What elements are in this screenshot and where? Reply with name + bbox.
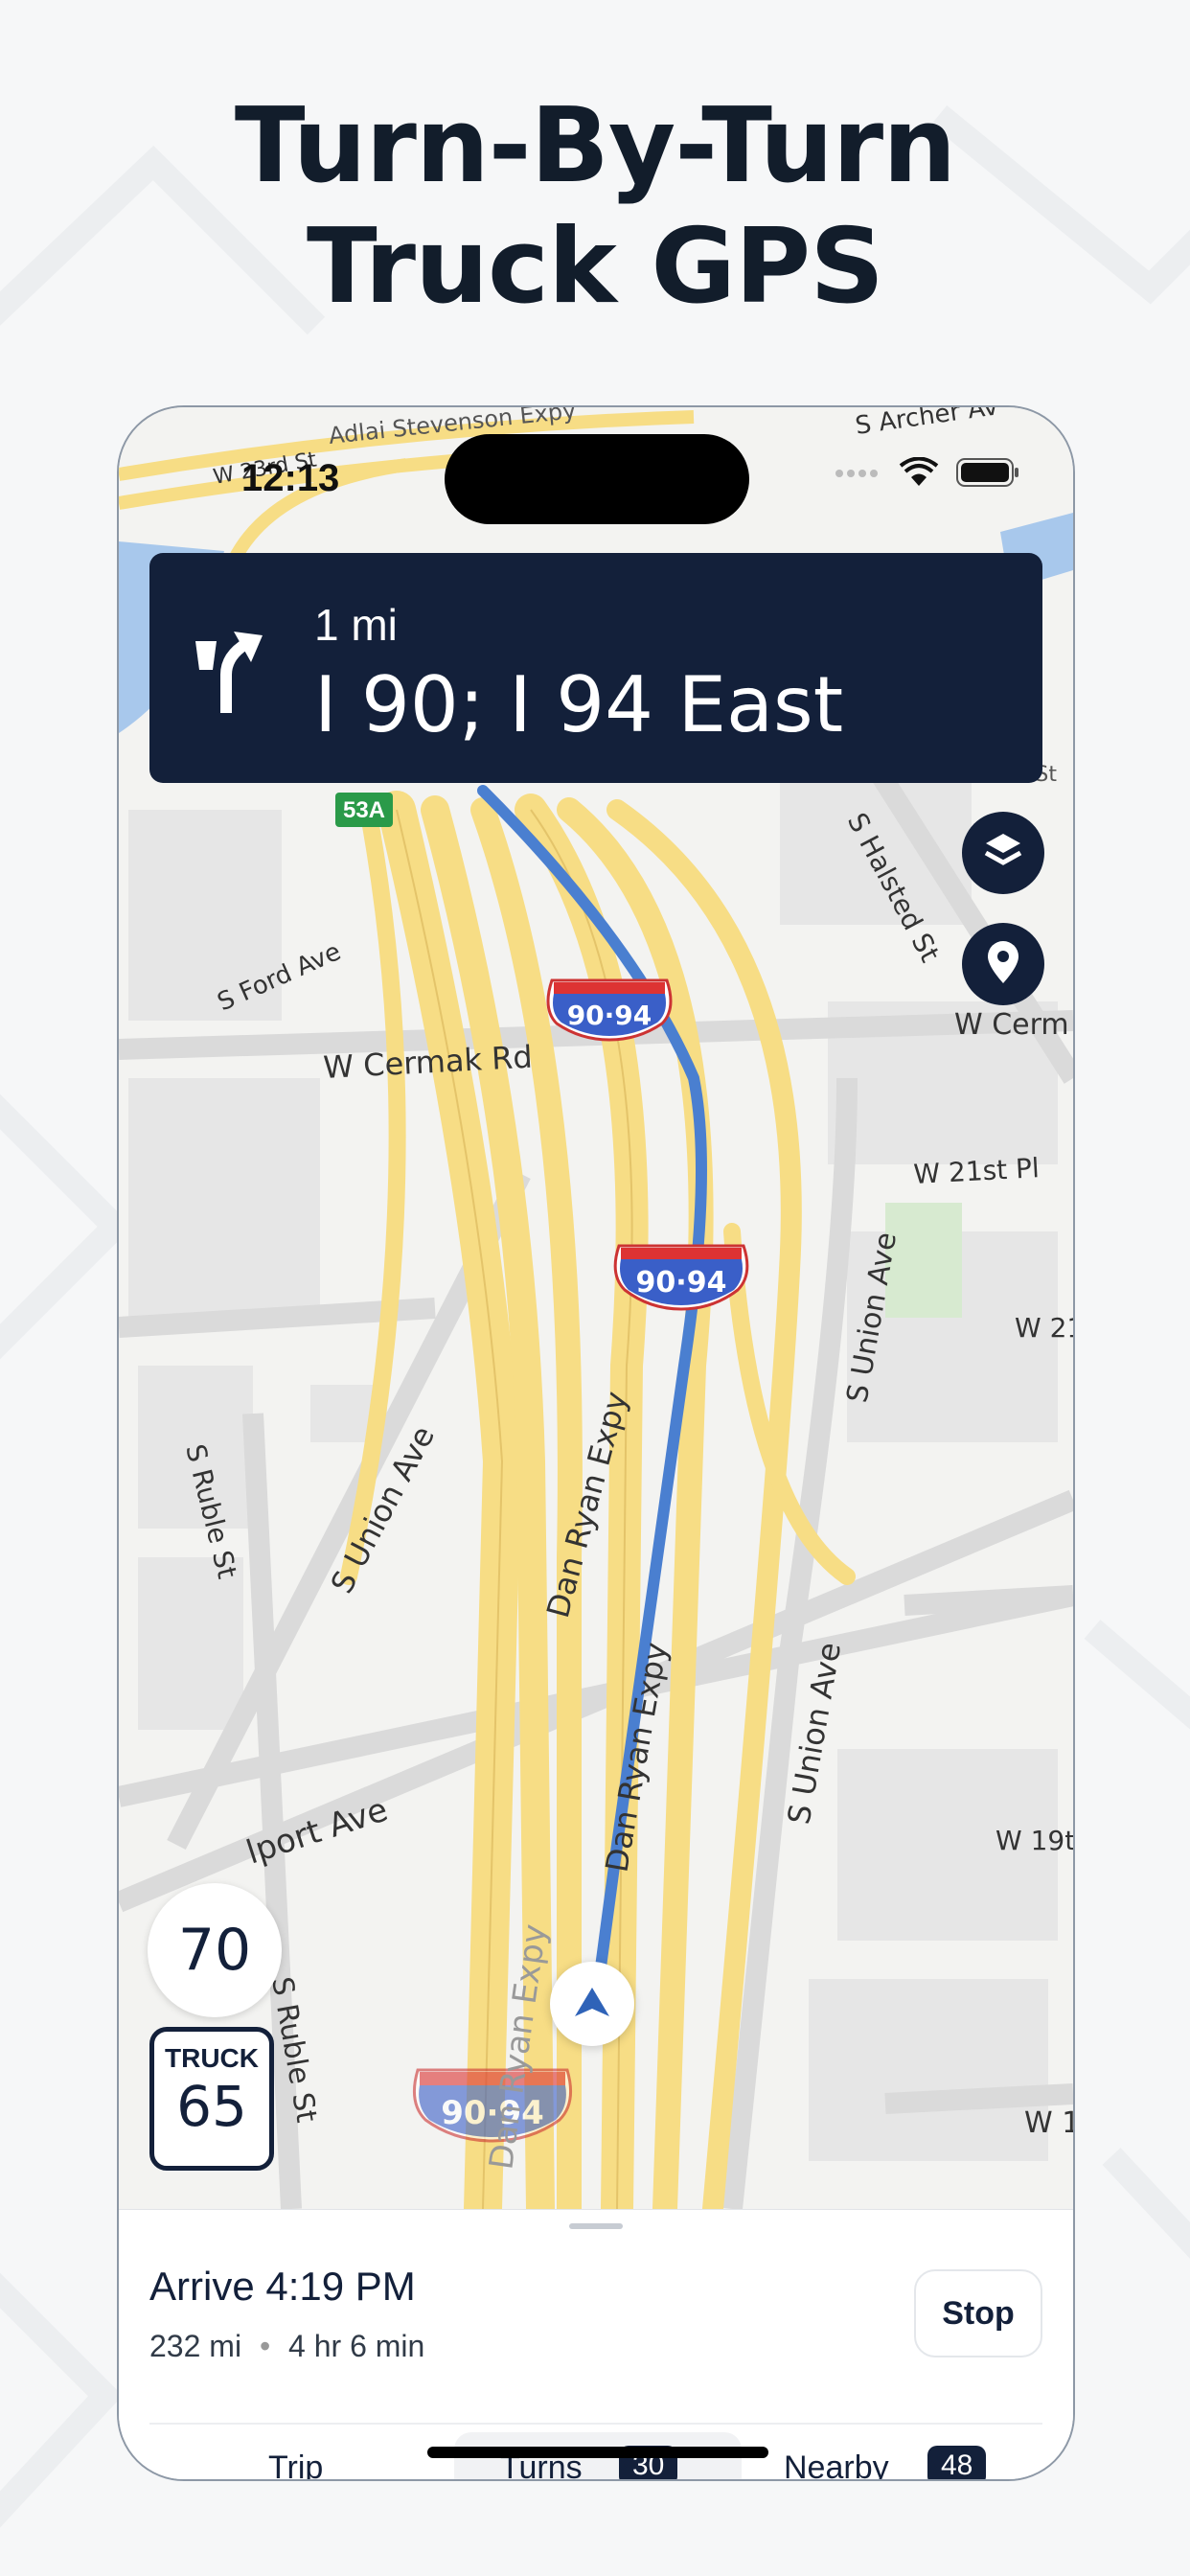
arrival-time: Arrive 4:19 PM: [149, 2264, 416, 2309]
layers-button[interactable]: [962, 812, 1044, 894]
navigation-arrow-icon: [573, 1986, 611, 2023]
keep-right-arrow-icon: [188, 622, 268, 723]
hero-title-line-1: Turn-By-Turn: [234, 86, 956, 206]
signal-dots-icon: [834, 467, 881, 484]
hero-title: Turn-By-Turn Truck GPS: [0, 86, 1190, 328]
battery-icon: [956, 457, 1019, 493]
tab-trip[interactable]: Trip: [268, 2450, 323, 2479]
truck-speed-value: 65: [176, 2074, 247, 2139]
location-pin-icon: [984, 939, 1022, 990]
stop-button[interactable]: Stop: [914, 2269, 1042, 2358]
svg-text:W 21: W 21: [1015, 1312, 1073, 1344]
status-icons: [834, 456, 1019, 493]
status-time: 12:13: [241, 457, 340, 499]
dynamic-island: [445, 434, 749, 524]
layers-icon: [982, 830, 1024, 877]
trip-sheet[interactable]: Arrive 4:19 PM 232 mi • 4 hr 6 min Stop …: [119, 2209, 1073, 2479]
maneuver-distance: 1 mi: [314, 600, 398, 650]
home-indicator[interactable]: [427, 2447, 768, 2458]
truck-speed-label: TRUCK: [165, 2043, 259, 2073]
phone-screen: 90·94 90·94 90·94 53A Adlai Stevenson Ex…: [117, 405, 1075, 2481]
svg-text:90·94: 90·94: [636, 1266, 727, 1300]
trip-duration: 4 hr 6 min: [288, 2329, 425, 2363]
nearby-count-badge: 48: [927, 2446, 987, 2479]
trip-summary: 232 mi • 4 hr 6 min: [149, 2329, 424, 2364]
maneuver-street: I 90; I 94 East: [314, 660, 844, 749]
sheet-grabber[interactable]: [569, 2223, 623, 2229]
interstate-shield: 90·94: [546, 978, 673, 1042]
svg-text:90·94: 90·94: [567, 1000, 652, 1031]
vehicle-position-marker: [550, 1962, 634, 2046]
current-speed-limit: 70: [148, 1883, 282, 2017]
sheet-divider: [149, 2423, 1042, 2425]
svg-text:W 1: W 1: [1024, 2106, 1073, 2140]
svg-text:W 21st Pl: W 21st Pl: [913, 1152, 1041, 1190]
truck-speed-limit-sign: TRUCK 65: [149, 2027, 274, 2171]
navigation-banner[interactable]: 1 mi I 90; I 94 East: [149, 553, 1042, 783]
wifi-icon: [899, 456, 939, 493]
svg-text:53A: 53A: [343, 797, 385, 823]
summary-separator: •: [259, 2329, 271, 2363]
hero-title-line-2: Truck GPS: [307, 207, 884, 327]
svg-text:W 19t: W 19t: [995, 1825, 1073, 1856]
tab-nearby[interactable]: Nearby: [784, 2450, 889, 2479]
trip-distance: 232 mi: [149, 2329, 242, 2363]
svg-text:W Cerm: W Cerm: [954, 1008, 1069, 1042]
location-button[interactable]: [962, 923, 1044, 1005]
